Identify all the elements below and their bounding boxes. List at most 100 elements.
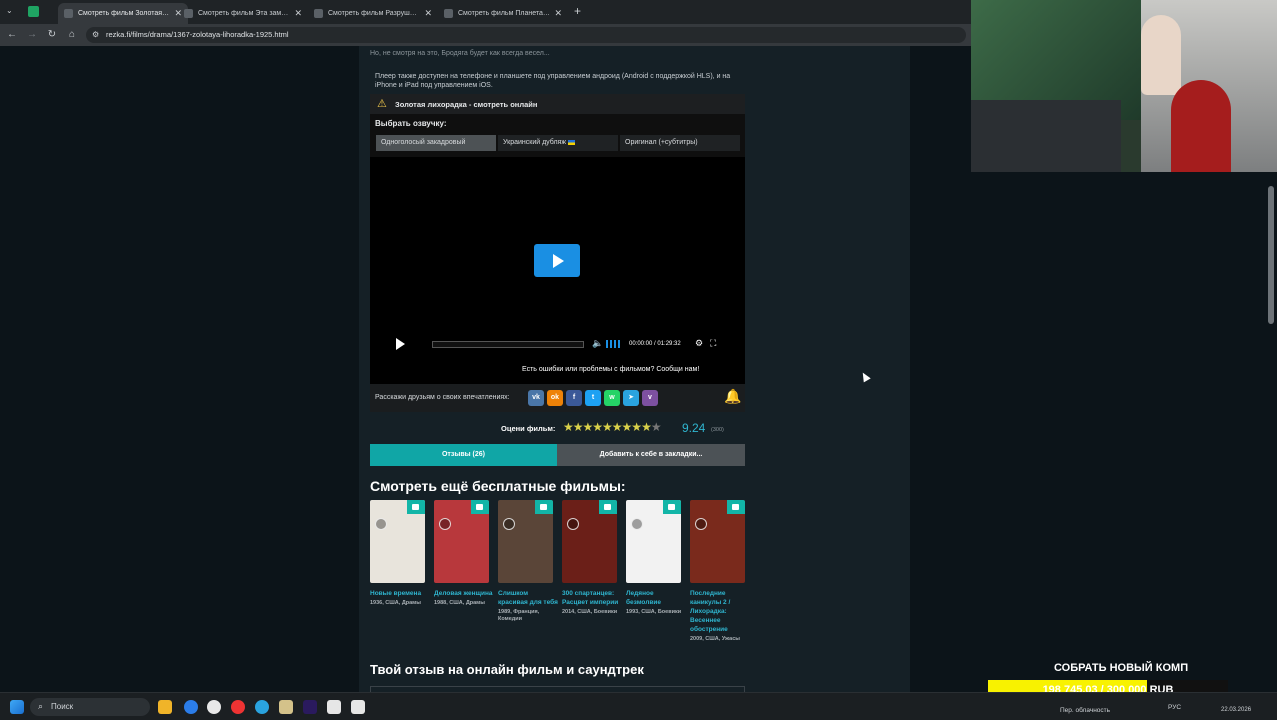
favicon-icon (64, 9, 73, 18)
player-container: ⚠ Золотая лихорадка - смотреть онлайн Вы… (370, 94, 745, 384)
file-explorer-icon[interactable] (158, 700, 172, 714)
reviews-button[interactable]: Отзывы (26) (370, 444, 557, 466)
viber-icon[interactable]: v (642, 390, 658, 406)
video-badge-icon (599, 500, 617, 514)
tab-title: Смотреть фильм Планета обе (458, 10, 551, 17)
volume-icon[interactable]: 🔈 (592, 338, 603, 349)
movie-card[interactable]: Слишком красивая для тебя 1989, Франция, … (498, 500, 562, 660)
movie-card-title[interactable]: Новые времена 1936, США, Драмы (370, 589, 430, 607)
fullscreen-icon[interactable]: ⛶ (710, 338, 716, 349)
ok-icon[interactable]: ok (547, 390, 563, 406)
tab-1[interactable]: Смотреть фильм Эта замечате ✕ (178, 3, 308, 24)
movie-card-title[interactable]: Последние каникулы 2 / Лихорадка: Весенн… (690, 589, 750, 643)
movie-poster[interactable] (626, 500, 681, 583)
favicon-icon (444, 9, 453, 18)
opera-icon[interactable] (231, 700, 245, 714)
facebook-icon[interactable]: f (566, 390, 582, 406)
play-circle-icon (567, 518, 579, 530)
obs-icon[interactable] (351, 700, 365, 714)
voice-option[interactable]: Одноголосый закадровый (376, 135, 496, 151)
language-indicator[interactable]: РУС (1168, 704, 1181, 711)
home-icon[interactable]: ⌂ (66, 29, 78, 41)
ukraine-flag-icon (567, 139, 575, 145)
movie-poster[interactable] (690, 500, 745, 583)
voice-option[interactable]: Оригинал (+субтитры) (620, 135, 740, 151)
voice-selector: Одноголосый закадровый Украинский дубляж… (376, 135, 740, 151)
movie-title-text: 300 спартанцев: Расцвет империи (562, 590, 619, 606)
voice-option[interactable]: Украинский дубляж (498, 135, 618, 151)
content-column: Но, не смотря на это, Бродяга будет как … (359, 46, 910, 692)
favicon-icon (314, 9, 323, 18)
video-badge-icon (663, 500, 681, 514)
movie-poster[interactable] (370, 500, 425, 583)
telegram-icon[interactable]: ➤ (623, 390, 639, 406)
tab-0[interactable]: Смотреть фильм Золотая лих ✕ (58, 3, 188, 24)
voice-option-label: Одноголосый закадровый (381, 139, 466, 146)
video-area[interactable]: 🔈 00:00:00 / 01:29:32 ⚙ ⛶ Есть ошибки ил… (370, 157, 745, 384)
movie-meta: 2009, США, Ужасы (690, 636, 740, 642)
gear-icon[interactable]: ⚙ (695, 338, 703, 349)
movie-meta: 1993, США, Боевики (626, 609, 682, 615)
voice-option-label: Украинский дубляж (503, 139, 566, 146)
page-scrollbar[interactable] (1268, 186, 1274, 324)
taskbar-search[interactable]: ⌕ Поиск (30, 698, 150, 716)
url-input[interactable]: ⚙ rezka.fi/films/drama/1367-zolotaya-lih… (86, 27, 966, 43)
tab-title: Смотреть фильм Разрушител (328, 10, 421, 17)
twitter-icon[interactable]: t (585, 390, 601, 406)
premiere-icon[interactable] (303, 700, 317, 714)
movie-card[interactable]: Новые времена 1936, США, Драмы (370, 500, 434, 660)
error-report-link[interactable]: Есть ошибки или проблемы с фильмом? Сооб… (522, 366, 699, 373)
obs-icon[interactable] (327, 700, 341, 714)
volume-slider[interactable] (606, 340, 622, 348)
movie-card[interactable]: Деловая женщина 1988, США, Драмы (434, 500, 498, 660)
play-icon[interactable] (396, 338, 405, 350)
taskbar: ⌕ Поиск Пер. облачность РУС 22.03.2026 (0, 692, 1277, 720)
browser-icon[interactable] (184, 700, 198, 714)
tab-2[interactable]: Смотреть фильм Разрушител ✕ (308, 3, 438, 24)
close-icon[interactable]: ✕ (424, 8, 432, 19)
tab-3[interactable]: Смотреть фильм Планета обе ✕ (438, 3, 568, 24)
movie-poster[interactable] (498, 500, 553, 583)
date-text[interactable]: 22.03.2026 (1221, 707, 1251, 713)
app-icon[interactable] (207, 700, 221, 714)
video-badge-icon (727, 500, 745, 514)
time-display: 00:00:00 / 01:29:32 (629, 341, 681, 347)
reload-icon[interactable]: ↻ (46, 29, 58, 41)
play-circle-icon (695, 518, 707, 530)
whatsapp-icon[interactable]: w (604, 390, 620, 406)
close-icon[interactable]: ✕ (294, 8, 302, 19)
bookmark-button[interactable]: Добавить к себе в закладки... (557, 444, 745, 466)
movie-card[interactable]: 300 спартанцев: Расцвет империи 2014, США… (562, 500, 626, 660)
video-badge-icon (407, 500, 425, 514)
windows-start-icon[interactable] (10, 700, 24, 714)
warning-icon: ⚠ (377, 98, 387, 110)
telegram-app-icon[interactable] (255, 700, 269, 714)
voice-label: Выбрать озвучку: (375, 119, 447, 128)
movie-card-title[interactable]: Деловая женщина 1988, США, Драмы (434, 589, 494, 607)
site-info-icon[interactable]: ⚙ (92, 27, 99, 43)
movie-poster[interactable] (562, 500, 617, 583)
weather-text[interactable]: Пер. облачность (1060, 707, 1110, 714)
tab-list-menu-icon[interactable]: ⌄ (6, 6, 16, 16)
movie-poster[interactable] (434, 500, 489, 583)
new-tab-button[interactable]: + (574, 4, 581, 18)
movie-card[interactable]: Последние каникулы 2 / Лихорадка: Весенн… (690, 500, 750, 660)
player-note: Плеер также доступен на телефоне и планш… (375, 73, 731, 89)
rating-stars[interactable]: ★★★★★★★★★★ (563, 420, 662, 434)
seek-bar[interactable] (432, 341, 584, 348)
movie-title-text: Последние каникулы 2 / Лихорадка: Весенн… (690, 590, 731, 633)
sheets-favicon-icon[interactable] (28, 6, 39, 17)
app-icon[interactable] (279, 700, 293, 714)
tab-title: Смотреть фильм Эта замечате (198, 10, 291, 17)
vk-icon[interactable]: vk (528, 390, 544, 406)
close-icon[interactable]: ✕ (554, 8, 562, 19)
forward-icon[interactable]: → (26, 29, 38, 41)
movie-card-title[interactable]: 300 спартанцев: Расцвет империи 2014, США… (562, 589, 622, 616)
big-play-button[interactable] (534, 244, 580, 277)
back-icon[interactable]: ← (6, 29, 18, 41)
bell-icon[interactable]: 🔔 (722, 388, 744, 410)
webcam-desk (971, 100, 1121, 172)
movie-card-title[interactable]: Ледяное безмолвие 1993, США, Боевики (626, 589, 686, 616)
movie-card-title[interactable]: Слишком красивая для тебя 1989, Франция, … (498, 589, 558, 623)
movie-card[interactable]: Ледяное безмолвие 1993, США, Боевики (626, 500, 690, 660)
